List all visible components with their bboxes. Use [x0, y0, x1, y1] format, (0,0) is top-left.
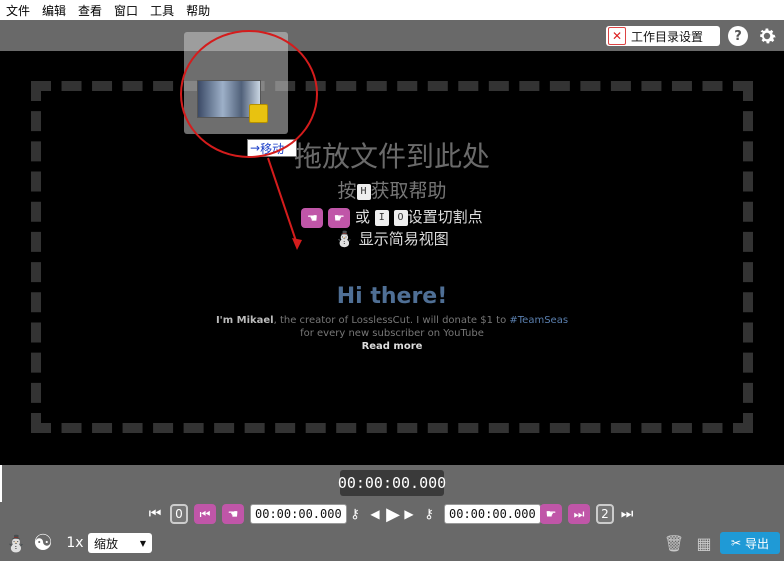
- next-frame-icon[interactable]: ▶: [404, 504, 414, 524]
- highlight-circle: [180, 30, 318, 158]
- jump-cut-end-icon[interactable]: ⏭: [568, 504, 590, 524]
- yin-yang-icon[interactable]: ☯: [30, 530, 56, 556]
- menu-help[interactable]: 帮助: [180, 2, 216, 19]
- jump-cut-start-icon[interactable]: ⏮: [194, 504, 216, 524]
- baby-icon: ⛄: [335, 230, 354, 248]
- main-area[interactable]: [0, 51, 784, 465]
- zoom-select[interactable]: 缩放 ▼: [88, 533, 152, 553]
- help-icon[interactable]: ?: [728, 26, 748, 46]
- menu-view[interactable]: 查看: [72, 2, 108, 19]
- menu-file[interactable]: 文件: [0, 2, 36, 19]
- end-segment-number[interactable]: 2: [596, 504, 614, 524]
- set-cut-end-icon[interactable]: ☛: [540, 504, 562, 524]
- key-icon[interactable]: ⚷: [346, 504, 364, 524]
- prev-frame-icon[interactable]: ◀: [370, 504, 380, 524]
- simple-view-link[interactable]: ⛄ 显示简易视图: [0, 228, 784, 249]
- key-h: H: [356, 183, 371, 200]
- key-o: O: [393, 209, 408, 226]
- gear-icon[interactable]: [756, 25, 778, 47]
- menu-window[interactable]: 窗口: [108, 2, 144, 19]
- read-more-link[interactable]: Read more: [362, 341, 423, 352]
- simple-mode-icon[interactable]: ⛄: [6, 532, 26, 554]
- current-time: 00:00:00.000: [338, 470, 446, 496]
- cut-hint: ☚ ☛ 或 I O 设置切割点: [0, 206, 784, 228]
- export-button[interactable]: ✂ 导出: [720, 532, 780, 554]
- playhead[interactable]: [0, 465, 2, 502]
- menu-bar: 文件 编辑 查看 窗口 工具 帮助: [0, 0, 784, 20]
- drop-title: 拖放文件到此处: [293, 140, 490, 173]
- calendar-icon[interactable]: ▦: [694, 532, 714, 554]
- jump-start-icon[interactable]: ⏮: [148, 505, 162, 523]
- teamseas-link[interactable]: #TeamSeas: [509, 315, 568, 326]
- help-hint: 按 H 获取帮助: [337, 180, 447, 202]
- drop-zone[interactable]: [31, 81, 753, 433]
- key-i: I: [374, 209, 389, 226]
- working-dir-label: 工作目录设置: [631, 29, 704, 44]
- promo-text: I'm Mikael, the creator of LosslessCut. …: [215, 315, 569, 352]
- key-icon-2[interactable]: ⚷: [420, 504, 438, 524]
- scissors-icon: ✂: [730, 536, 742, 550]
- promo-title: Hi there!: [336, 284, 448, 309]
- jump-end-icon[interactable]: ⏭: [620, 505, 634, 523]
- start-segment-number[interactable]: 0: [170, 504, 188, 524]
- set-start-icon[interactable]: ☚: [301, 207, 324, 228]
- trash-icon[interactable]: 🗑: [664, 532, 684, 554]
- cut-end-time[interactable]: 00:00:00.000: [444, 504, 541, 524]
- play-icon[interactable]: ▶: [384, 502, 402, 526]
- set-end-icon[interactable]: ☛: [328, 207, 351, 228]
- menu-edit[interactable]: 编辑: [36, 2, 72, 19]
- cut-start-time[interactable]: 00:00:00.000: [250, 504, 347, 524]
- chevron-down-icon: ▼: [139, 538, 146, 548]
- close-icon[interactable]: ✕: [608, 27, 626, 45]
- menu-tools[interactable]: 工具: [144, 2, 180, 19]
- set-cut-start-icon[interactable]: ☚: [222, 504, 244, 524]
- playback-rate[interactable]: 1x: [64, 533, 86, 553]
- working-dir-button[interactable]: ✕ 工作目录设置: [606, 26, 720, 46]
